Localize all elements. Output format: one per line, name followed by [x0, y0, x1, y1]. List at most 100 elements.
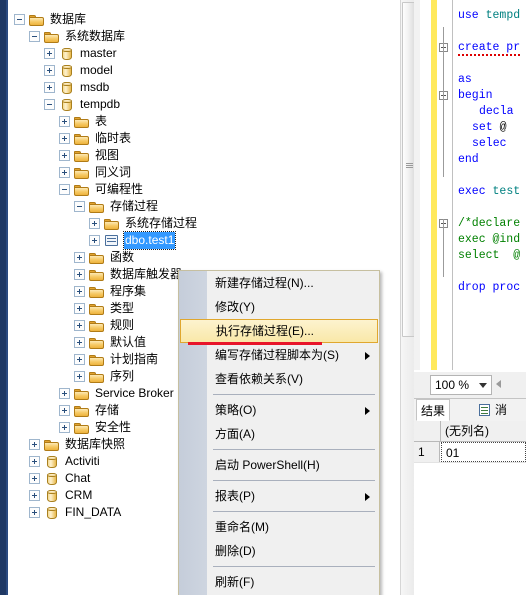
expand-icon[interactable]	[29, 507, 40, 519]
tree-node-序列[interactable]: 序列	[74, 368, 135, 385]
tree-node-系统数据库[interactable]: 系统数据库	[29, 28, 126, 45]
tree-vertical-scrollbar[interactable]	[400, 0, 415, 595]
grid-corner-cell[interactable]	[414, 421, 441, 441]
tree-node-master[interactable]: master	[44, 45, 118, 62]
expand-icon[interactable]	[59, 405, 70, 417]
expand-icon[interactable]	[74, 354, 85, 366]
tree-node-tempdb[interactable]: tempdb	[44, 96, 121, 113]
expand-icon[interactable]	[74, 371, 85, 383]
code-line: selec	[472, 136, 507, 152]
expand-icon[interactable]	[74, 252, 85, 264]
expand-icon[interactable]	[74, 337, 85, 349]
scroll-left-arrow-icon[interactable]	[496, 380, 501, 388]
zoom-combobox[interactable]: 100 %	[430, 375, 492, 395]
tree-node-label: 临时表	[95, 131, 132, 146]
menu-item-启动-powershell-h-[interactable]: 启动 PowerShell(H)	[179, 453, 379, 477]
folder-icon	[89, 353, 105, 367]
database-icon	[44, 489, 60, 503]
tree-node-label: 数据库触发器	[110, 267, 183, 282]
menu-item-编写存储过程脚本为-s-[interactable]: 编写存储过程脚本为(S)	[179, 343, 379, 367]
menu-item-执行存储过程-e-[interactable]: 执行存储过程(E)...	[180, 319, 378, 343]
tree-node-程序集[interactable]: 程序集	[74, 283, 147, 300]
folder-icon	[89, 200, 105, 214]
menu-item-label: 策略(O)	[215, 403, 257, 417]
results-tab-结果[interactable]: 结果	[416, 399, 451, 434]
expand-icon[interactable]	[59, 388, 70, 400]
menu-item-刷新-f-[interactable]: 刷新(F)	[179, 570, 379, 594]
results-grid[interactable]: (无列名) 1 01	[414, 421, 526, 463]
expand-icon[interactable]	[59, 422, 70, 434]
tree-node-系统存储过程[interactable]: 系统存储过程	[89, 215, 198, 232]
expand-icon[interactable]	[44, 65, 55, 77]
tree-node-activiti[interactable]: Activiti	[29, 453, 101, 470]
expand-icon[interactable]	[59, 133, 70, 145]
collapse-icon[interactable]	[74, 201, 85, 213]
tree-node-数据库快照[interactable]: 数据库快照	[29, 436, 126, 453]
tree-node-视图[interactable]: 视图	[59, 147, 120, 164]
tree-node-chat[interactable]: Chat	[29, 470, 91, 487]
grid-row[interactable]: 1 01	[414, 442, 526, 463]
collapse-icon[interactable]	[59, 184, 70, 196]
expand-icon[interactable]	[29, 473, 40, 485]
expand-icon[interactable]	[59, 167, 70, 179]
tree-node-label: 同义词	[95, 165, 132, 180]
code-token: begin	[458, 89, 493, 102]
results-tabs[interactable]: 结果 消	[414, 399, 526, 434]
tree-node-msdb[interactable]: msdb	[44, 79, 110, 96]
tree-node-默认值[interactable]: 默认值	[74, 334, 147, 351]
expand-icon[interactable]	[74, 286, 85, 298]
menu-item-方面-a-[interactable]: 方面(A)	[179, 422, 379, 446]
code-line: exec @ind	[458, 232, 520, 248]
grid-column-header[interactable]: (无列名)	[441, 421, 489, 441]
tree-node-临时表[interactable]: 临时表	[59, 130, 132, 147]
tree-node-同义词[interactable]: 同义词	[59, 164, 132, 181]
tree-node-model[interactable]: model	[44, 62, 114, 79]
tree-node-fin_data[interactable]: FIN_DATA	[29, 504, 122, 521]
expand-icon[interactable]	[74, 303, 85, 315]
tree-node-数据库[interactable]: 数据库	[14, 11, 87, 28]
menu-item-报表-p-[interactable]: 报表(P)	[179, 484, 379, 508]
collapse-icon[interactable]	[29, 31, 40, 43]
tree-node-函数[interactable]: 函数	[74, 249, 135, 266]
menu-item-修改-y-[interactable]: 修改(Y)	[179, 295, 379, 319]
tree-node-label: 可编程性	[95, 182, 144, 197]
expand-icon[interactable]	[44, 48, 55, 60]
tree-node-安全性[interactable]: 安全性	[59, 419, 132, 436]
expand-icon[interactable]	[59, 116, 70, 128]
expand-icon[interactable]	[74, 320, 85, 332]
collapse-icon[interactable]	[44, 99, 55, 111]
tree-node-规则[interactable]: 规则	[74, 317, 135, 334]
context-menu-items[interactable]: 新建存储过程(N)... 修改(Y) 执行存储过程(E)... 编写存储过程脚本为(S…	[179, 271, 379, 595]
grid-row-number[interactable]: 1	[414, 442, 440, 462]
context-menu[interactable]: 新建存储过程(N)... 修改(Y) 执行存储过程(E)... 编写存储过程脚本为(S…	[178, 270, 380, 595]
expand-icon[interactable]	[74, 269, 85, 281]
sql-editor-pane[interactable]: use tempd create pr as begin decla set @ selec…	[414, 0, 526, 370]
tree-node-可编程性[interactable]: 可编程性	[59, 181, 144, 198]
menu-item-策略-o-[interactable]: 策略(O)	[179, 398, 379, 422]
tree-node-数据库触发器[interactable]: 数据库触发器	[74, 266, 183, 283]
menu-item-查看依赖关系-v-[interactable]: 查看依赖关系(V)	[179, 367, 379, 391]
expand-icon[interactable]	[89, 235, 100, 247]
tree-node-service-broker[interactable]: Service Broker	[59, 385, 175, 402]
tree-node-存储过程[interactable]: 存储过程	[74, 198, 159, 215]
menu-item-删除-d-[interactable]: 删除(D)	[179, 539, 379, 563]
tree-node-计划指南[interactable]: 计划指南	[74, 351, 159, 368]
expand-icon[interactable]	[44, 82, 55, 94]
menu-item-重命名-m-[interactable]: 重命名(M)	[179, 515, 379, 539]
tree-node-crm[interactable]: CRM	[29, 487, 93, 504]
tree-node-存储[interactable]: 存储	[59, 402, 120, 419]
submenu-arrow-icon	[365, 407, 370, 415]
tree-node-表[interactable]: 表	[59, 113, 108, 130]
expand-icon[interactable]	[29, 439, 40, 451]
tree-node-类型[interactable]: 类型	[74, 300, 135, 317]
tree-node-dbo.test1[interactable]: dbo.test1	[89, 231, 177, 251]
chevron-down-icon[interactable]	[479, 383, 487, 388]
expand-icon[interactable]	[29, 490, 40, 502]
collapse-icon[interactable]	[14, 14, 25, 26]
grid-cell[interactable]: 01	[441, 442, 526, 462]
expand-icon[interactable]	[89, 218, 100, 230]
expand-icon[interactable]	[59, 150, 70, 162]
expand-icon[interactable]	[29, 456, 40, 468]
results-tab-消[interactable]: 消	[474, 399, 511, 421]
menu-item-新建存储过程-n-[interactable]: 新建存储过程(N)...	[179, 271, 379, 295]
